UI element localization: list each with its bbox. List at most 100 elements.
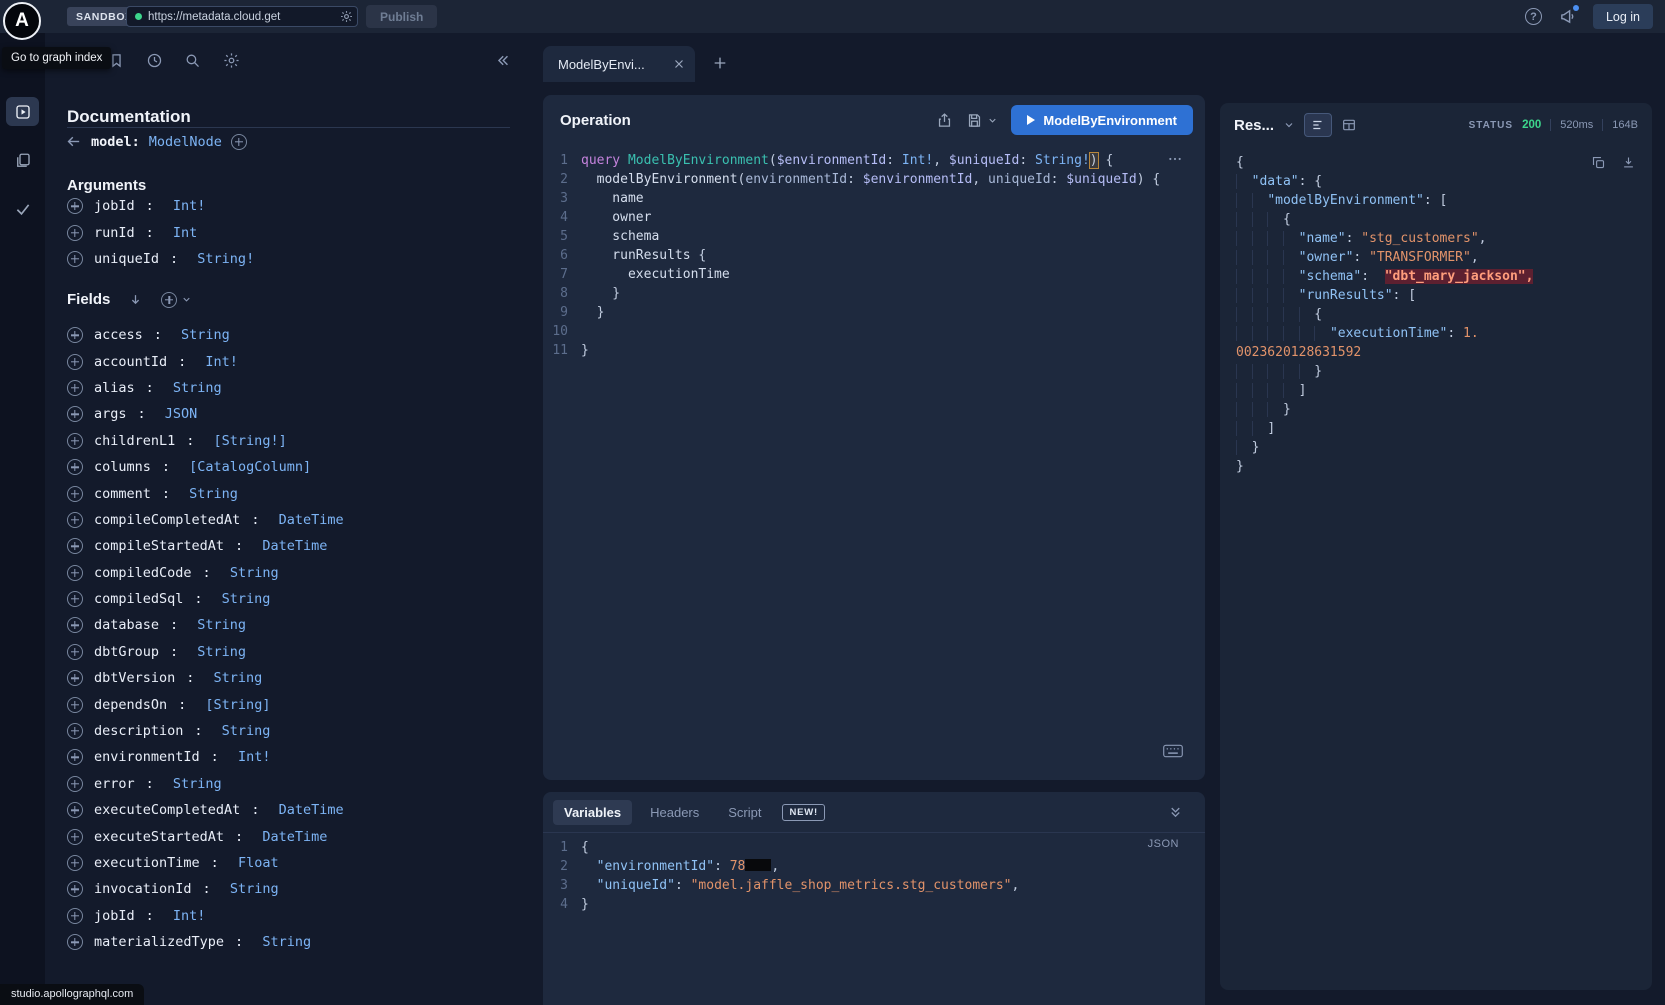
field-type[interactable]: DateTime <box>262 829 327 845</box>
tab-script[interactable]: Script <box>717 800 772 825</box>
chevron-down-icon[interactable] <box>181 294 192 305</box>
save-options-chevron-icon[interactable] <box>987 115 998 126</box>
doc-field-row[interactable]: comment: String <box>67 480 527 506</box>
doc-field-row[interactable]: jobId: Int! <box>67 193 254 219</box>
doc-field-row[interactable]: dbtGroup: String <box>67 639 527 665</box>
graphql-editor[interactable]: 1query ModelByEnvironment($environmentId… <box>545 151 1160 360</box>
field-type[interactable]: JSON <box>165 406 198 422</box>
doc-field-row[interactable]: jobId: Int! <box>67 903 527 929</box>
add-field-icon[interactable] <box>67 486 83 502</box>
add-field-icon[interactable] <box>67 565 83 581</box>
add-field-icon[interactable] <box>67 459 83 475</box>
add-field-icon[interactable] <box>67 934 83 950</box>
field-type[interactable]: String <box>230 565 279 581</box>
add-field-icon[interactable] <box>67 644 83 660</box>
raw-view-icon[interactable] <box>1304 113 1332 137</box>
field-type[interactable]: DateTime <box>279 512 344 528</box>
breadcrumb-type[interactable]: ModelNode <box>149 134 222 150</box>
add-field-icon[interactable] <box>67 198 83 214</box>
doc-field-row[interactable]: uniqueId: String! <box>67 246 254 272</box>
operation-options-icon[interactable] <box>1167 151 1183 167</box>
field-type[interactable]: String <box>173 776 222 792</box>
field-type[interactable]: DateTime <box>262 538 327 554</box>
doc-field-row[interactable]: compiledSql: String <box>67 586 527 612</box>
tab-variables[interactable]: Variables <box>553 800 632 825</box>
add-field-icon[interactable] <box>67 855 83 871</box>
field-type[interactable]: Int! <box>173 908 206 924</box>
add-field-icon[interactable] <box>67 802 83 818</box>
connection-settings-gear-icon[interactable] <box>340 10 353 23</box>
field-type[interactable]: String <box>197 617 246 633</box>
field-type[interactable]: String <box>222 591 271 607</box>
collapse-docs-icon[interactable] <box>494 52 511 69</box>
doc-field-row[interactable]: columns: [CatalogColumn] <box>67 454 527 480</box>
add-field-icon[interactable] <box>67 749 83 765</box>
run-operation-button[interactable]: ModelByEnvironment <box>1011 105 1193 135</box>
nav-checks-icon[interactable] <box>6 194 39 223</box>
add-all-fields-icon[interactable] <box>161 292 177 308</box>
login-button[interactable]: Log in <box>1593 4 1653 29</box>
add-field-icon[interactable] <box>67 776 83 792</box>
field-type[interactable]: String! <box>197 251 254 267</box>
announcements-icon[interactable] <box>1559 8 1576 25</box>
field-type[interactable]: [CatalogColumn] <box>189 459 311 475</box>
help-icon[interactable]: ? <box>1525 8 1542 25</box>
add-field-icon[interactable] <box>67 354 83 370</box>
add-field-icon[interactable] <box>67 380 83 396</box>
add-field-icon[interactable] <box>67 225 83 241</box>
copy-response-icon[interactable] <box>1591 155 1606 170</box>
settings-gear-icon[interactable] <box>223 52 240 69</box>
doc-field-row[interactable]: compiledCode: String <box>67 560 527 586</box>
sort-fields-icon[interactable] <box>128 292 143 307</box>
add-field-icon[interactable] <box>67 327 83 343</box>
doc-field-row[interactable]: compileStartedAt: DateTime <box>67 533 527 559</box>
field-type[interactable]: DateTime <box>279 802 344 818</box>
doc-field-row[interactable]: args: JSON <box>67 401 527 427</box>
field-type[interactable]: Int! <box>205 354 238 370</box>
doc-field-row[interactable]: executionTime: Float <box>67 850 527 876</box>
doc-field-row[interactable]: executeStartedAt: DateTime <box>67 823 527 849</box>
search-icon[interactable] <box>184 52 201 69</box>
doc-field-row[interactable]: runId: Int <box>67 219 254 245</box>
download-response-icon[interactable] <box>1621 155 1636 170</box>
field-type[interactable]: [String!] <box>214 433 287 449</box>
doc-field-row[interactable]: alias: String <box>67 375 527 401</box>
response-dropdown-chevron-icon[interactable] <box>1283 119 1295 131</box>
field-type[interactable]: String <box>222 723 271 739</box>
add-field-icon[interactable] <box>67 670 83 686</box>
add-field-icon[interactable] <box>67 538 83 554</box>
add-field-icon[interactable] <box>67 908 83 924</box>
doc-field-row[interactable]: invocationId: String <box>67 876 527 902</box>
nav-explorer-icon[interactable] <box>6 97 39 126</box>
field-type[interactable]: Int! <box>238 749 271 765</box>
add-field-icon[interactable] <box>67 433 83 449</box>
doc-field-row[interactable]: childrenL1: [String!] <box>67 428 527 454</box>
save-operation-icon[interactable] <box>966 112 983 129</box>
add-field-icon[interactable] <box>67 723 83 739</box>
add-field-icon[interactable] <box>67 591 83 607</box>
field-type[interactable]: String <box>189 486 238 502</box>
doc-field-row[interactable]: environmentId: Int! <box>67 744 527 770</box>
back-arrow-icon[interactable] <box>65 133 82 150</box>
field-type[interactable]: String <box>262 934 311 950</box>
field-type[interactable]: String <box>230 881 279 897</box>
add-field-icon[interactable] <box>67 829 83 845</box>
field-type[interactable]: [String] <box>205 697 270 713</box>
doc-field-row[interactable]: dependsOn: [String] <box>67 691 527 717</box>
add-type-icon[interactable] <box>231 134 247 150</box>
add-field-icon[interactable] <box>67 617 83 633</box>
endpoint-url-input[interactable]: https://metadata.cloud.get <box>126 6 358 27</box>
field-type[interactable]: String <box>173 380 222 396</box>
add-field-icon[interactable] <box>67 251 83 267</box>
doc-field-row[interactable]: database: String <box>67 612 527 638</box>
share-operation-icon[interactable] <box>936 112 953 129</box>
close-tab-icon[interactable] <box>673 58 685 70</box>
doc-field-row[interactable]: access: String <box>67 322 527 348</box>
variables-editor[interactable]: 1{2 "environmentId": 78,3 "uniqueId": "m… <box>545 838 1019 914</box>
operation-tab[interactable]: ModelByEnvi... <box>543 46 695 82</box>
doc-field-row[interactable]: dbtVersion: String <box>67 665 527 691</box>
doc-field-row[interactable]: accountId: Int! <box>67 348 527 374</box>
collapse-variables-icon[interactable] <box>1168 805 1183 820</box>
add-field-icon[interactable] <box>67 881 83 897</box>
doc-field-row[interactable]: materializedType: String <box>67 929 527 955</box>
